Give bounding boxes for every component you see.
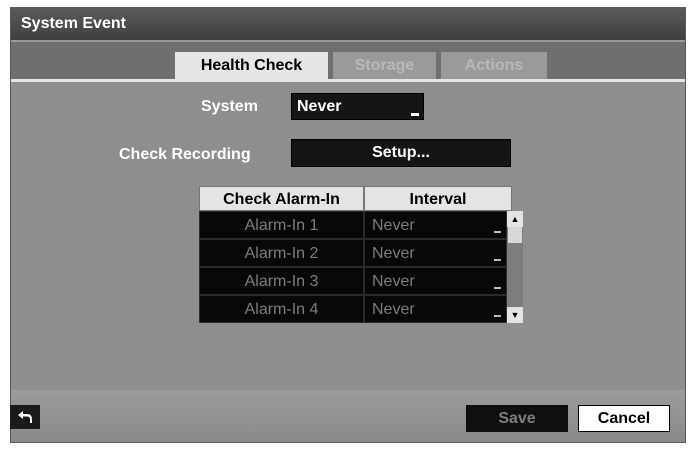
scrollbar-thumb[interactable] — [508, 227, 522, 243]
interval-value: Never — [372, 217, 415, 234]
scroll-up-icon[interactable]: ▲ — [507, 211, 523, 227]
alarm-in-4-name[interactable]: Alarm-In 4 — [199, 295, 364, 323]
alarm-in-4-interval[interactable]: Never — [364, 295, 507, 323]
tab-strip: Health Check Storage Actions — [11, 40, 685, 82]
tab-storage[interactable]: Storage — [333, 52, 436, 79]
alarm-in-1-name[interactable]: Alarm-In 1 — [199, 211, 364, 239]
dropdown-indicator-icon — [494, 231, 501, 233]
cancel-button[interactable]: Cancel — [578, 405, 670, 432]
dropdown-indicator-icon — [494, 287, 501, 289]
alarm-in-3-interval[interactable]: Never — [364, 267, 507, 295]
alarm-in-2-name[interactable]: Alarm-In 2 — [199, 239, 364, 267]
column-header-check-alarm-in: Check Alarm-In — [199, 186, 364, 211]
dropdown-indicator-icon — [494, 315, 501, 317]
system-label: System — [201, 98, 258, 115]
interval-value: Never — [372, 273, 415, 290]
dropdown-indicator-icon — [411, 113, 419, 116]
alarm-in-2-interval[interactable]: Never — [364, 239, 507, 267]
interval-value: Never — [372, 245, 415, 262]
check-recording-label: Check Recording — [119, 146, 251, 163]
column-header-interval: Interval — [364, 186, 512, 211]
scroll-down-icon[interactable]: ▼ — [507, 307, 523, 323]
tab-health-check[interactable]: Health Check — [175, 52, 328, 79]
window-title: System Event — [11, 8, 685, 40]
tab-actions[interactable]: Actions — [441, 52, 547, 79]
setup-button[interactable]: Setup... — [291, 139, 511, 167]
save-button[interactable]: Save — [466, 405, 568, 432]
table-scrollbar[interactable]: ▲ ▼ — [507, 211, 523, 323]
system-dropdown-value: Never — [297, 98, 342, 115]
system-dropdown[interactable]: Never — [291, 93, 424, 120]
dropdown-indicator-icon — [494, 259, 501, 261]
back-arrow-icon[interactable] — [10, 405, 40, 429]
alarm-in-3-name[interactable]: Alarm-In 3 — [199, 267, 364, 295]
system-event-window: System Event Health Check Storage Action… — [10, 7, 686, 443]
alarm-in-1-interval[interactable]: Never — [364, 211, 507, 239]
tab-underline — [11, 79, 685, 82]
interval-value: Never — [372, 301, 415, 318]
